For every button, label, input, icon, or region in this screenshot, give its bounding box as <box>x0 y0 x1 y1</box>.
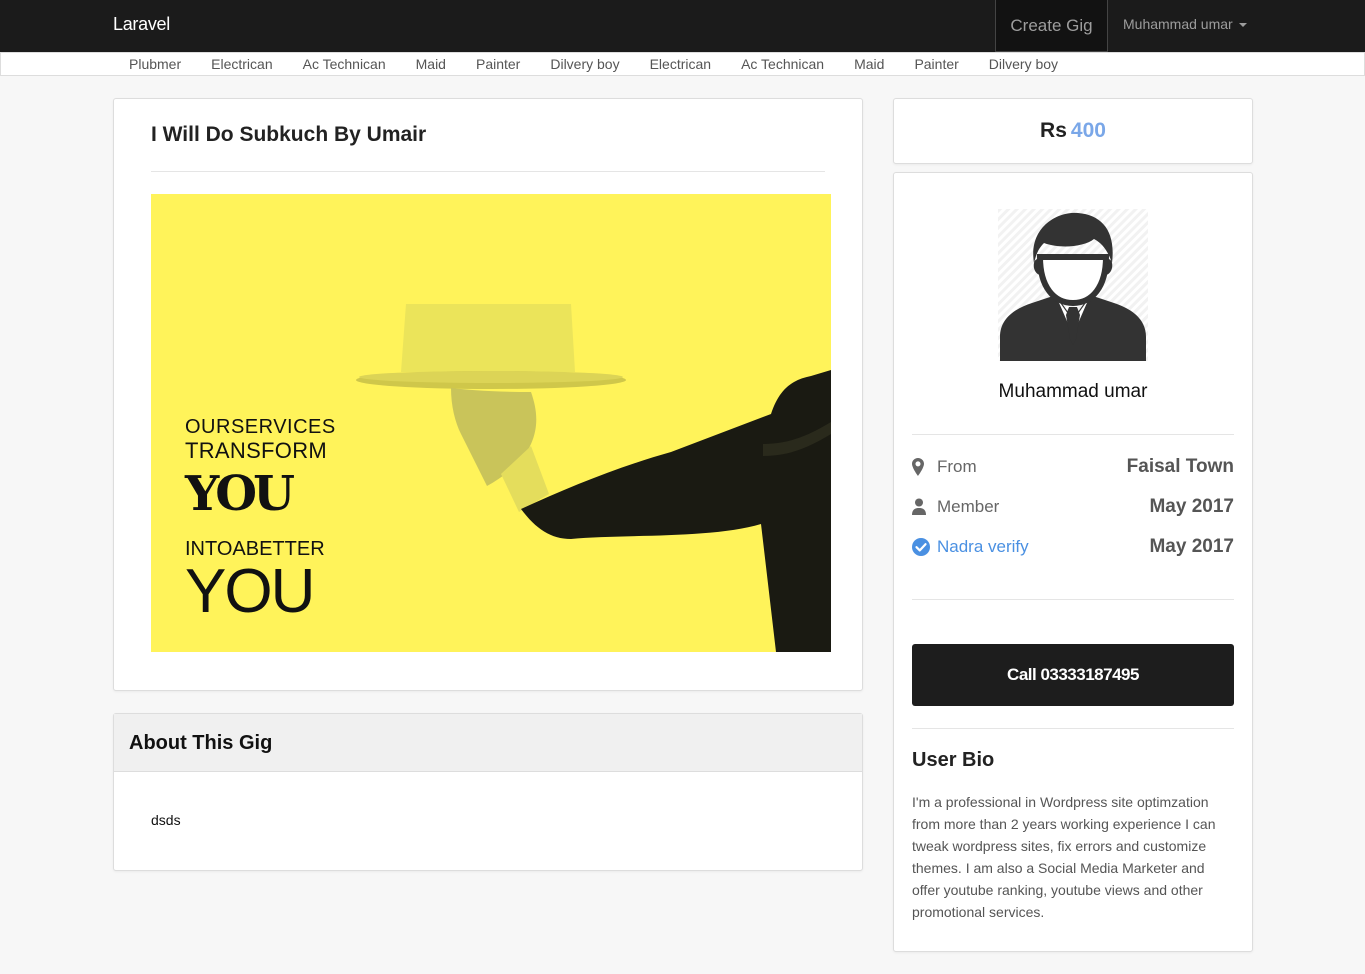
divider <box>912 434 1234 435</box>
price-amount: 400 <box>1070 119 1106 142</box>
check-circle-icon <box>912 538 930 556</box>
info-row-member: Member May 2017 <box>912 495 1234 521</box>
call-button[interactable]: Call 03333187495 <box>912 644 1234 706</box>
about-gig-body: dsds <box>151 812 181 828</box>
user-menu-dropdown[interactable]: Muhammad umar <box>1123 16 1247 32</box>
caret-down-icon <box>1238 23 1247 28</box>
info-value: May 2017 <box>1149 536 1234 557</box>
category-link[interactable]: Painter <box>476 56 520 72</box>
gig-panel: I Will Do Subkuch By Umair OURSERVICES T… <box>113 98 863 691</box>
category-link[interactable]: Maid <box>854 56 884 72</box>
category-link[interactable]: Electrican <box>211 56 272 72</box>
slogan-line-3: YOU <box>185 466 295 522</box>
about-gig-title: About This Gig <box>129 732 273 754</box>
info-label: Member <box>937 497 1000 516</box>
profile-panel: Muhammad umar From Faisal Town Member Ma… <box>893 172 1253 952</box>
category-bar: Plubmer Electrican Ac Technican Maid Pai… <box>0 52 1365 76</box>
user-icon <box>912 498 926 515</box>
about-gig-header: About This Gig <box>114 714 862 772</box>
user-bio-title: User Bio <box>912 749 995 771</box>
category-link[interactable]: Electrican <box>650 56 711 72</box>
user-menu-name: Muhammad umar <box>1123 16 1233 32</box>
info-value: May 2017 <box>1149 496 1234 517</box>
divider <box>912 728 1234 729</box>
price-display: Rs 400 <box>894 119 1252 143</box>
divider <box>151 171 825 172</box>
create-gig-button[interactable]: Create Gig <box>995 0 1108 52</box>
map-marker-icon <box>912 458 924 476</box>
gig-image: OURSERVICES TRANSFORM YOU INTOABETTER YO… <box>151 194 831 652</box>
category-link[interactable]: Ac Technican <box>303 56 386 72</box>
divider <box>912 599 1234 600</box>
category-link[interactable]: Plubmer <box>129 56 181 72</box>
category-list: Plubmer Electrican Ac Technican Maid Pai… <box>129 56 1088 72</box>
top-navbar: Laravel Create Gig Muhammad umar <box>0 0 1365 52</box>
category-link[interactable]: Dilvery boy <box>989 56 1058 72</box>
profile-name: Muhammad umar <box>998 381 1148 402</box>
gig-title: I Will Do Subkuch By Umair <box>151 123 427 146</box>
category-link[interactable]: Ac Technican <box>741 56 824 72</box>
info-label: From <box>937 457 977 476</box>
info-row-from: From Faisal Town <box>912 455 1234 481</box>
avatar-icon <box>998 209 1148 361</box>
price-panel: Rs 400 <box>893 98 1253 164</box>
price-currency: Rs <box>1040 119 1067 142</box>
user-bio-text: I'm a professional in Wordpress site opt… <box>912 794 1216 920</box>
brand-link[interactable]: Laravel <box>113 14 170 35</box>
category-link[interactable]: Dilvery boy <box>550 56 619 72</box>
slogan-line-1: OURSERVICES <box>185 416 336 438</box>
category-link[interactable]: Maid <box>416 56 446 72</box>
info-value: Faisal Town <box>1126 456 1234 477</box>
info-row-nadra-verify: Nadra verify May 2017 <box>912 535 1234 561</box>
slogan-line-5: YOU <box>185 557 315 626</box>
nadra-verify-link[interactable]: Nadra verify <box>937 537 1029 557</box>
about-gig-panel: About This Gig dsds <box>113 713 863 871</box>
category-link[interactable]: Painter <box>914 56 958 72</box>
slogan-line-2: TRANSFORM <box>185 438 328 463</box>
